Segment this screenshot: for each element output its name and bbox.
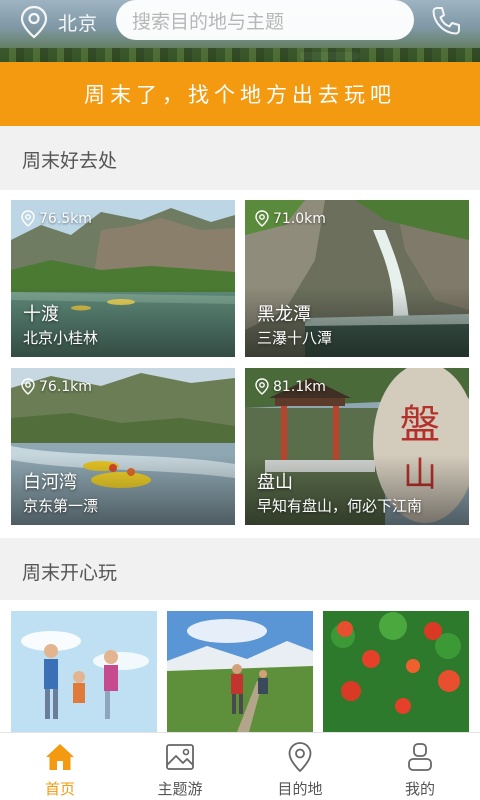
destination-name: 盘山 (257, 472, 293, 493)
destination-subtitle: 北京小桂林 (23, 329, 99, 347)
destination-card-baihewan[interactable]: 76.1km 白河湾 京东第一漂 (11, 368, 235, 525)
section-title: 周末好去处 (22, 150, 118, 172)
location-pin-icon[interactable] (20, 5, 48, 39)
destination-subtitle: 京东第一漂 (23, 497, 99, 515)
bottom-tab-bar: 首页 主题游 目的地 我的 (0, 732, 480, 800)
family-photo (11, 611, 157, 732)
location-pin-icon (21, 378, 35, 395)
destination-card-heilongtan[interactable]: 71.0km 黑龙潭 三瀑十八潭 (245, 200, 469, 357)
tab-label: 首页 (44, 780, 75, 798)
tab-mine[interactable]: 我的 (360, 733, 480, 800)
distance-value: 76.5km (39, 210, 92, 227)
search-input[interactable]: 搜索目的地与主题 (116, 0, 414, 40)
hiking-photo (167, 611, 313, 732)
top-bar: 北京 搜索目的地与主题 (0, 0, 480, 44)
user-icon (408, 743, 432, 771)
home-icon (46, 744, 74, 770)
distance-value: 71.0km (273, 210, 326, 227)
destination-card-shidu[interactable]: 76.5km 十渡 北京小桂林 (11, 200, 235, 357)
promo-banner[interactable]: 周末了，找个地方出去玩吧 (0, 62, 480, 126)
tab-label: 目的地 (277, 780, 323, 798)
activity-thumbnail-family[interactable] (11, 611, 157, 732)
section-header-weekend-fun: 周末开心玩 (0, 538, 480, 600)
section-title: 周末开心玩 (22, 562, 118, 584)
city-selector[interactable]: 北京 (58, 9, 98, 36)
tab-label: 我的 (404, 780, 435, 798)
distance-label: 81.1km (255, 378, 326, 395)
image-icon (166, 744, 194, 770)
destination-name: 十渡 (23, 304, 59, 325)
distance-value: 81.1km (273, 378, 326, 395)
section-header-weekend-places: 周末好去处 (0, 126, 480, 190)
tab-home[interactable]: 首页 (0, 733, 120, 800)
search-placeholder: 搜索目的地与主题 (132, 10, 285, 33)
destination-name: 黑龙潭 (257, 304, 311, 325)
destination-card-panshan[interactable]: 盤 山 81.1km 盘山 早知有盘山，何必下江南 (245, 368, 469, 525)
tab-destinations[interactable]: 目的地 (240, 733, 360, 800)
location-pin-icon (21, 210, 35, 227)
activity-thumbnail-flowers[interactable] (323, 611, 469, 732)
location-pin-icon (288, 742, 312, 773)
svg-text:盤: 盤 (400, 402, 440, 448)
location-pin-icon (255, 210, 269, 227)
distance-value: 76.1km (39, 378, 92, 395)
tab-theme-tours[interactable]: 主题游 (120, 733, 240, 800)
flowers-photo (323, 611, 469, 732)
distance-label: 76.1km (21, 378, 92, 395)
destination-name: 白河湾 (23, 472, 77, 493)
activity-thumbnail-hiking[interactable] (167, 611, 313, 732)
banner-text: 周末了，找个地方出去玩吧 (84, 83, 396, 107)
location-pin-icon (255, 378, 269, 395)
tab-label: 主题游 (157, 780, 203, 798)
destination-subtitle: 早知有盘山，何必下江南 (257, 497, 423, 515)
phone-icon[interactable] (430, 5, 462, 37)
distance-label: 71.0km (255, 210, 326, 227)
destination-subtitle: 三瀑十八潭 (257, 329, 333, 347)
distance-label: 76.5km (21, 210, 92, 227)
